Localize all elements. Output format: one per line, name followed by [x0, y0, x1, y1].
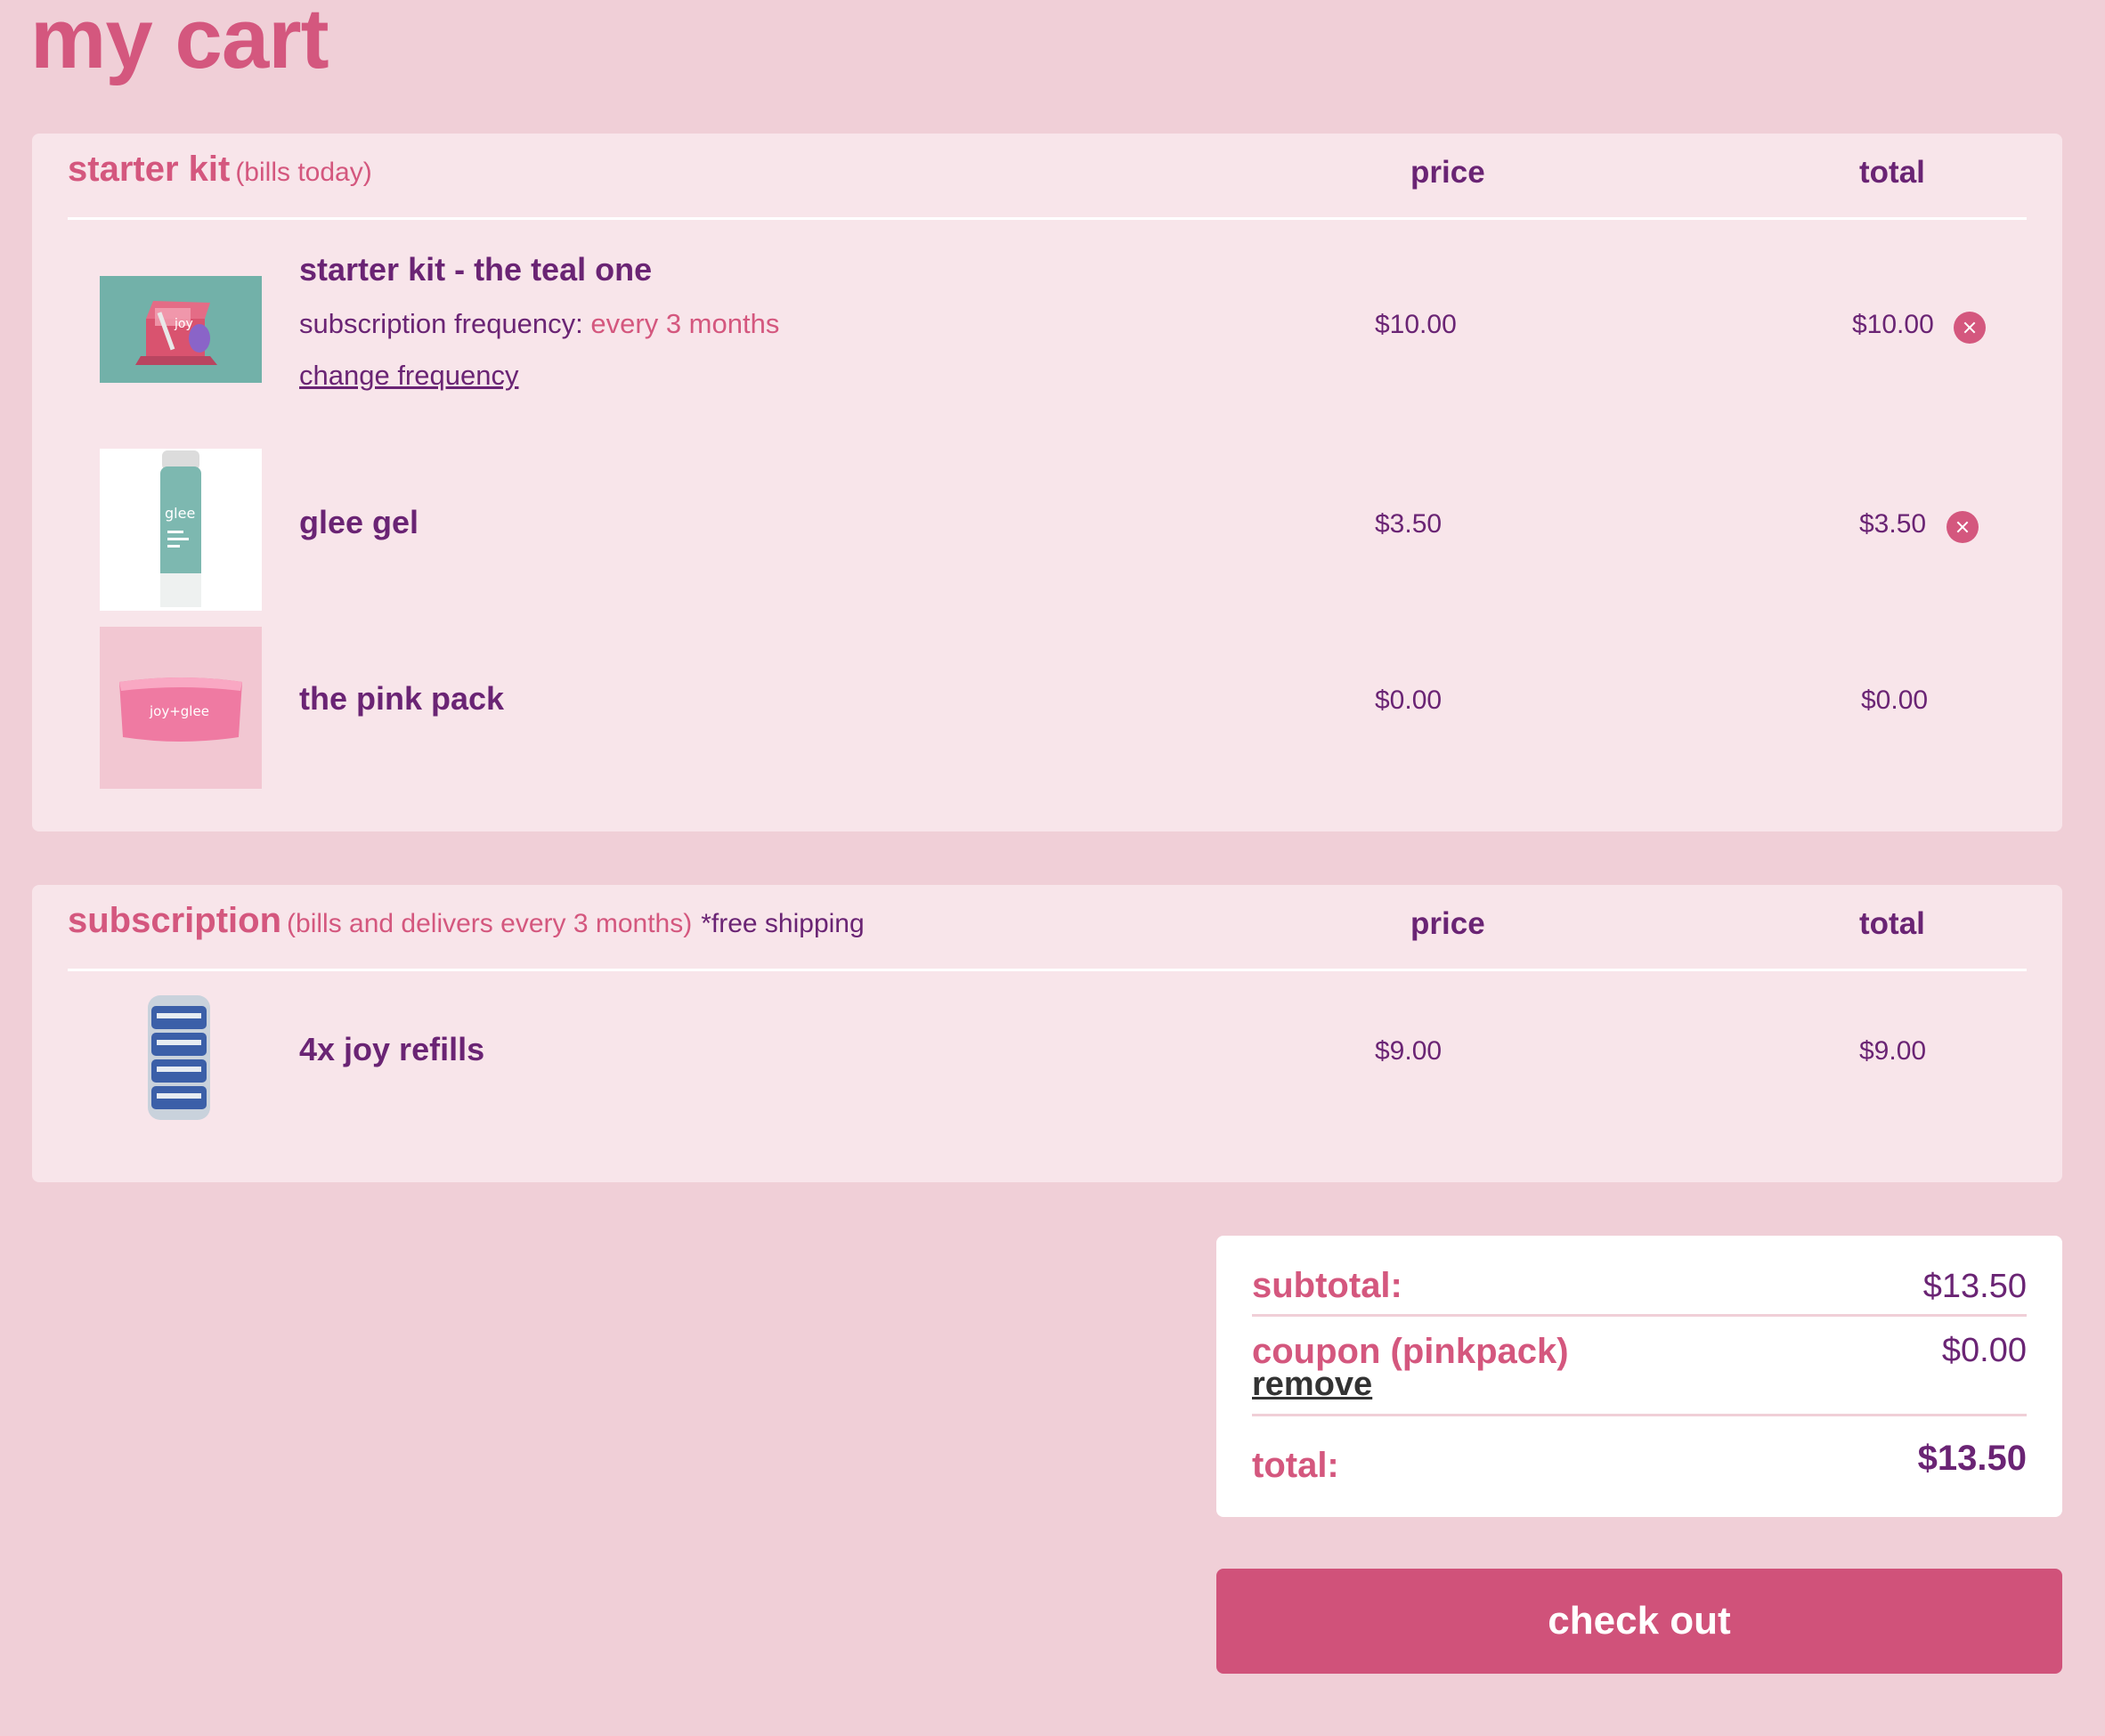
- item-total: $3.50: [1859, 509, 1927, 539]
- item-total: $10.00: [1852, 310, 1934, 339]
- pink-pack-image: joy+glee: [100, 627, 262, 789]
- pink-pouch-icon: joy+glee: [100, 627, 262, 789]
- item-name: starter kit - the teal one: [299, 251, 653, 288]
- cart-page: my cart starter kit (bills today) price t…: [0, 0, 2105, 1736]
- refills-image: [139, 994, 219, 1122]
- item-price: $10.00: [1375, 310, 1457, 339]
- svg-text:joy: joy: [174, 317, 193, 331]
- razor-refills-icon: [148, 995, 210, 1120]
- total-value: $13.50: [1917, 1439, 2027, 1478]
- frequency-label: subscription frequency:: [299, 308, 583, 339]
- gel-can-icon: glee: [100, 449, 262, 611]
- remove-item-button[interactable]: [1947, 511, 1979, 543]
- glee-gel-image: glee: [100, 449, 262, 611]
- item-total: $9.00: [1859, 1036, 1927, 1066]
- item-name: the pink pack: [299, 680, 505, 717]
- subtotal-value: $13.50: [1922, 1268, 2027, 1305]
- item-price: $3.50: [1375, 509, 1443, 539]
- section-name: subscription: [68, 901, 282, 940]
- svg-text:glee: glee: [165, 505, 195, 522]
- subtotal-label: subtotal:: [1252, 1266, 1402, 1305]
- starter-kit-section: starter kit (bills today) price total joy…: [32, 134, 2062, 831]
- item-price: $9.00: [1375, 1036, 1443, 1066]
- remove-coupon-link[interactable]: remove: [1252, 1366, 1372, 1404]
- summary-divider: [1252, 1314, 2027, 1317]
- total-column-header: total: [1859, 155, 1925, 190]
- page-title: my cart: [30, 0, 329, 86]
- order-summary: subtotal: $13.50 coupon (pinkpack) $0.00…: [1216, 1236, 2062, 1517]
- item-total: $0.00: [1861, 685, 1929, 715]
- section-note: (bills today): [235, 158, 372, 187]
- frequency-value: every 3 months: [590, 308, 780, 339]
- change-frequency-link[interactable]: change frequency: [299, 360, 518, 392]
- starter-kit-title: starter kit (bills today): [68, 150, 372, 190]
- item-price: $0.00: [1375, 685, 1443, 715]
- coupon-value: $0.00: [1941, 1332, 2027, 1369]
- section-name: starter kit: [68, 150, 231, 189]
- checkout-button[interactable]: check out: [1216, 1569, 2062, 1674]
- subscription-header: subscription (bills and delivers every 3 …: [68, 885, 2027, 971]
- subscription-frequency: subscription frequency: every 3 months: [299, 308, 779, 340]
- price-column-header: price: [1410, 155, 1485, 190]
- starter-kit-box-icon: joy: [100, 276, 262, 383]
- price-column-header: price: [1410, 906, 1485, 941]
- starter-kit-image: joy: [100, 276, 262, 383]
- total-label: total:: [1252, 1446, 1339, 1485]
- svg-text:joy+glee: joy+glee: [149, 703, 209, 719]
- section-note: (bills and delivers every 3 months): [287, 909, 693, 938]
- free-shipping-note: *free shipping: [701, 909, 865, 938]
- total-column-header: total: [1859, 906, 1925, 941]
- item-name: glee gel: [299, 504, 419, 540]
- subscription-section: subscription (bills and delivers every 3 …: [32, 885, 2062, 1182]
- summary-divider: [1252, 1414, 2027, 1416]
- starter-kit-header: starter kit (bills today) price total: [68, 134, 2027, 220]
- remove-item-button[interactable]: [1954, 312, 1986, 344]
- item-name: 4x joy refills: [299, 1031, 485, 1067]
- subscription-title: subscription (bills and delivers every 3 …: [68, 901, 865, 941]
